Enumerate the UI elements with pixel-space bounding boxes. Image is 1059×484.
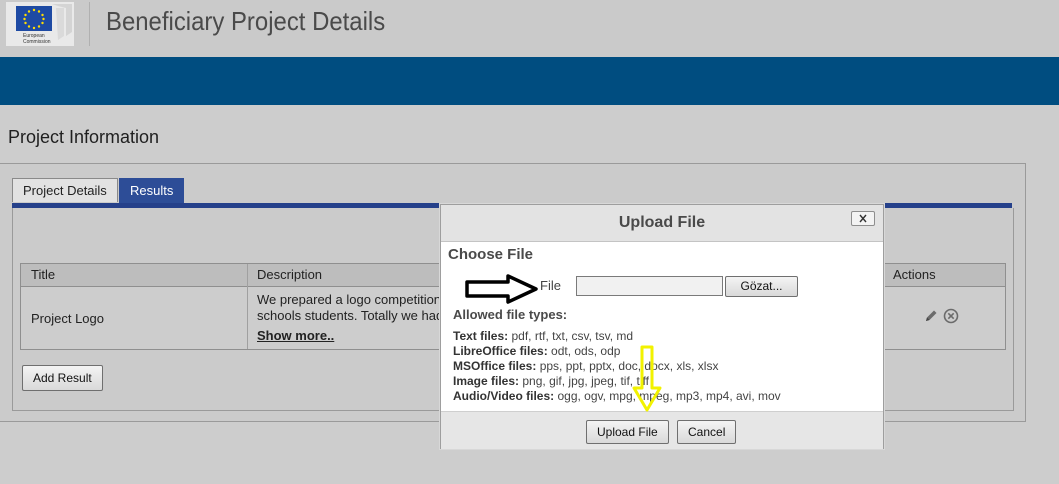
file-path-input[interactable] — [576, 276, 723, 296]
page-title: Project Information — [8, 127, 160, 147]
upload-file-dialog: Upload File Choose File File Gözat... Al… — [440, 204, 884, 449]
header-divider — [89, 2, 90, 46]
european-commission-logo: European Commission — [6, 2, 74, 46]
column-header-title: Title — [31, 267, 56, 282]
tab-project-details[interactable]: Project Details — [12, 178, 118, 202]
file-type-row: Audio/Video files: ogg, ogv, mpg, mpeg, … — [453, 389, 781, 403]
file-type-row: MSOffice files: pps, ppt, pptx, doc, doc… — [453, 359, 719, 373]
app-header: European Commission Beneficiary Project … — [0, 0, 1059, 57]
browse-button[interactable]: Gözat... — [725, 276, 798, 297]
add-result-button[interactable]: Add Result — [22, 365, 103, 391]
dialog-close-button[interactable] — [851, 211, 875, 226]
file-type-row: Image files: png, gif, jpg, jpeg, tif, t… — [453, 374, 649, 388]
file-type-row: LibreOffice files: odt, ods, odp — [453, 344, 621, 358]
upload-file-button[interactable]: Upload File — [586, 420, 669, 444]
cancel-button[interactable]: Cancel — [677, 420, 737, 444]
column-header-actions: Actions — [893, 267, 936, 282]
result-description-line: schools students. Totally we had — [257, 308, 444, 323]
show-more-link[interactable]: Show more.. — [257, 328, 334, 343]
choose-file-heading: Choose File — [448, 246, 534, 263]
dialog-footer: Upload File Cancel — [441, 411, 883, 449]
svg-text:Commission: Commission — [23, 39, 51, 45]
pencil-icon[interactable] — [923, 308, 939, 324]
brand-bar — [0, 57, 1059, 105]
dialog-titlebar: Upload File — [441, 205, 883, 242]
file-field-label: File — [540, 278, 561, 293]
column-divider — [247, 264, 248, 349]
tab-results[interactable]: Results — [119, 178, 185, 204]
close-icon — [859, 214, 867, 223]
column-header-description: Description — [257, 267, 323, 282]
result-title-cell: Project Logo — [31, 311, 104, 326]
allowed-file-types-heading: Allowed file types: — [453, 307, 568, 322]
dialog-title: Upload File — [618, 214, 706, 231]
remove-circle-icon[interactable] — [943, 308, 959, 324]
file-type-row: Text files: pdf, rtf, txt, csv, tsv, md — [453, 329, 634, 343]
result-description-line: We prepared a logo competition — [257, 292, 442, 307]
app-title: Beneficiary Project Details — [106, 6, 386, 36]
